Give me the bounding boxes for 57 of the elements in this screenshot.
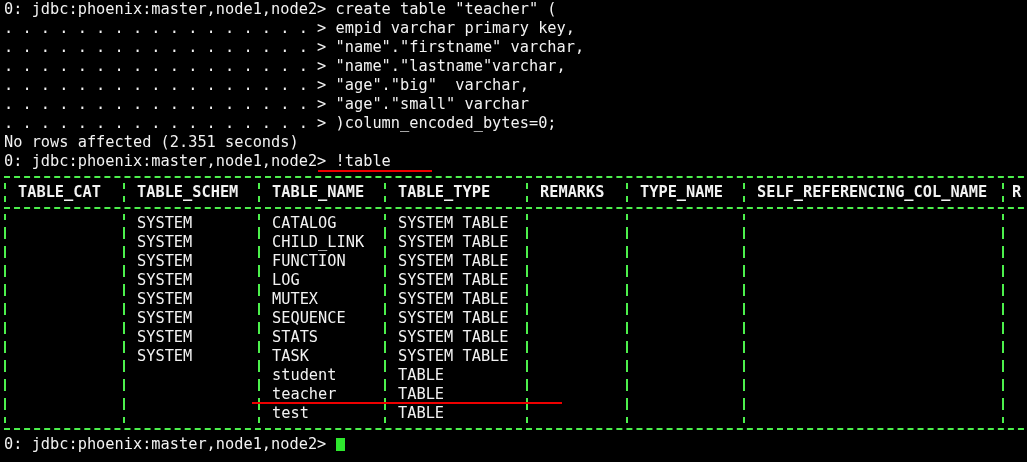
table-cell: student [272, 366, 337, 385]
command-text: )column_encoded_bytes=0; [335, 114, 557, 133]
column-header: R [1012, 183, 1022, 202]
cursor-icon [335, 438, 345, 451]
table-cell: SYSTEM TABLE [398, 309, 509, 328]
command-text: "name"."firstname" varchar, [335, 38, 585, 57]
column-header: SELF_REFERENCING_COL_NAME [757, 183, 988, 202]
command-text: "name"."lastname"varchar, [335, 57, 566, 76]
command-text: "age"."big" varchar, [335, 76, 529, 95]
continuation-prompt: . . . . . . . . . . . . . . . . . > [4, 38, 328, 57]
table-cell: SYSTEM [137, 271, 193, 290]
table-cell: SYSTEM TABLE [398, 252, 509, 271]
table-cell: SYSTEM TABLE [398, 328, 509, 347]
table-cell: SYSTEM [137, 290, 193, 309]
column-header: TABLE_SCHEM [137, 183, 239, 202]
table-cell: SYSTEM TABLE [398, 214, 509, 233]
table-cell: SYSTEM TABLE [398, 271, 509, 290]
table-cell: test [272, 404, 309, 423]
continuation-prompt: . . . . . . . . . . . . . . . . . > [4, 95, 328, 114]
prompt-text: 0: jdbc:phoenix:master,node1,node2> [4, 435, 328, 454]
column-header: TYPE_NAME [640, 183, 723, 202]
table-cell: SYSTEM [137, 214, 193, 233]
prompt-text: 0: jdbc:phoenix:master,node1,node2> [4, 0, 328, 19]
column-header: TABLE_TYPE [398, 183, 491, 202]
table-cell: LOG [272, 271, 300, 290]
table-cell: TABLE [398, 385, 445, 404]
prompt-text: 0: jdbc:phoenix:master,node1,node2> [4, 152, 328, 171]
column-header: TABLE_NAME [272, 183, 365, 202]
table-cell: SYSTEM [137, 233, 193, 252]
table-cell: FUNCTION [272, 252, 346, 271]
table-cell: MUTEX [272, 290, 319, 309]
table-cell: STATS [272, 328, 319, 347]
output-text: No rows affected (2.351 seconds) [4, 133, 299, 152]
table-cell: CHILD_LINK [272, 233, 365, 252]
table-cell: SYSTEM TABLE [398, 347, 509, 366]
table-cell: SYSTEM [137, 347, 193, 366]
continuation-prompt: . . . . . . . . . . . . . . . . . > [4, 114, 328, 133]
continuation-prompt: . . . . . . . . . . . . . . . . . > [4, 76, 328, 95]
command-text: create table "teacher" ( [335, 0, 557, 19]
command-text: "age"."small" varchar [335, 95, 529, 114]
column-header: REMARKS [540, 183, 605, 202]
continuation-prompt: . . . . . . . . . . . . . . . . . > [4, 19, 328, 38]
table-cell: SEQUENCE [272, 309, 346, 328]
table-cell: SYSTEM [137, 309, 193, 328]
command-text: !table [335, 152, 391, 171]
command-text: empid varchar primary key, [335, 19, 575, 38]
table-cell: SYSTEM [137, 252, 193, 271]
table-cell: TABLE [398, 404, 445, 423]
table-cell: SYSTEM [137, 328, 193, 347]
table-cell: TASK [272, 347, 309, 366]
table-cell: CATALOG [272, 214, 337, 233]
table-cell: teacher [272, 385, 337, 404]
table-cell: TABLE [398, 366, 445, 385]
column-header: TABLE_CAT [18, 183, 101, 202]
continuation-prompt: . . . . . . . . . . . . . . . . . > [4, 57, 328, 76]
table-cell: SYSTEM TABLE [398, 290, 509, 309]
table-cell: SYSTEM TABLE [398, 233, 509, 252]
